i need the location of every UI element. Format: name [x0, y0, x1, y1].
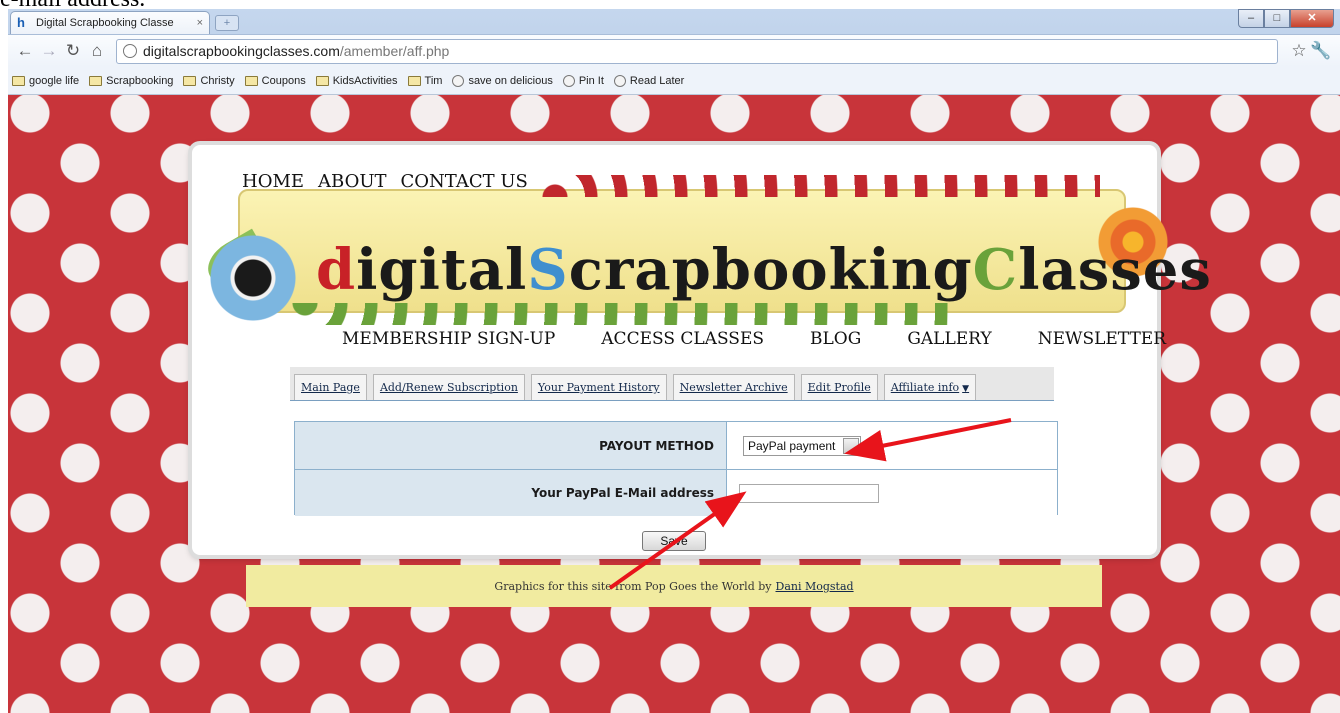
annotation-arrow-1: [608, 418, 1012, 590]
arrow-to-email-input: [608, 491, 747, 590]
arrow-to-payout-select: [844, 418, 1012, 462]
